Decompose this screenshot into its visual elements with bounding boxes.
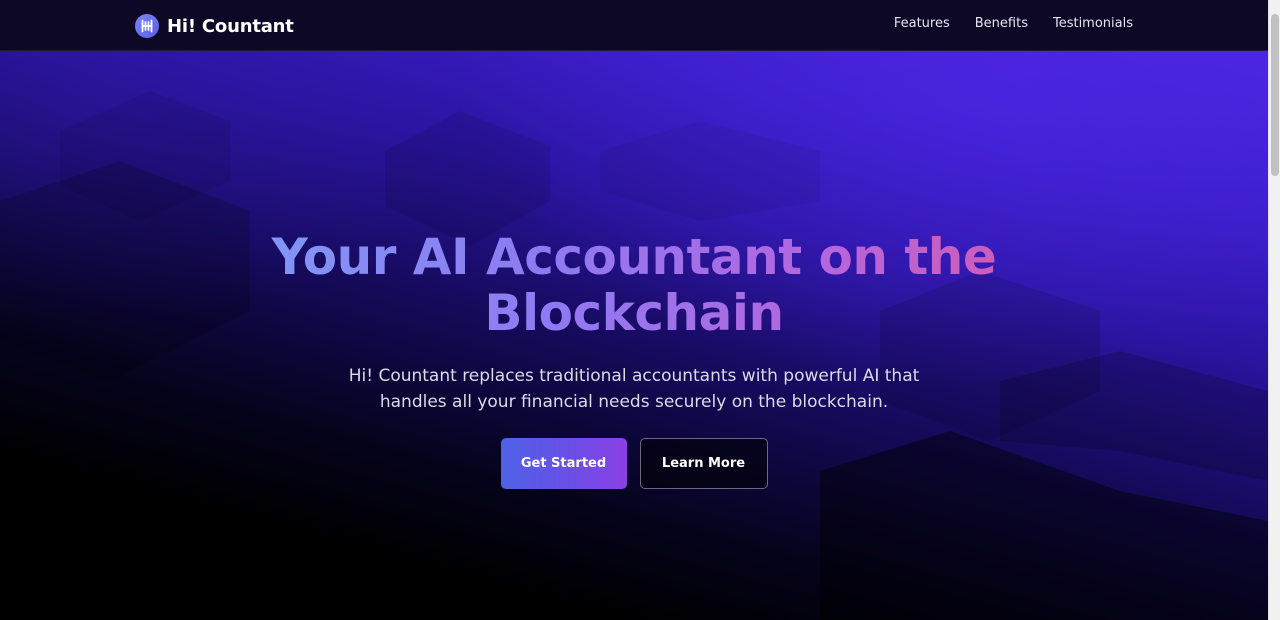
brand-link[interactable]: Hi! Countant <box>135 13 294 39</box>
hero-subtitle: Hi! Countant replaces traditional accoun… <box>348 366 920 412</box>
scrollbar-thumb[interactable] <box>1271 14 1279 176</box>
hicountant-logo-icon <box>135 14 159 38</box>
background-block <box>600 121 820 221</box>
hero-title-line-2: Blockchain <box>484 284 784 342</box>
nav-link-benefits[interactable]: Benefits <box>975 16 1028 31</box>
nav-links: Features Benefits Testimonials <box>894 16 1133 31</box>
hero-title-line-1: Your AI Accountant on the <box>271 228 997 286</box>
vertical-scrollbar[interactable] <box>1268 0 1280 620</box>
logo-glyph <box>141 19 153 33</box>
hero-section: Your AI Accountant on the Blockchain Hi!… <box>0 51 1268 620</box>
nav-link-testimonials[interactable]: Testimonials <box>1053 16 1133 31</box>
hero-title: Your AI Accountant on the Blockchain <box>200 229 1068 341</box>
navbar: Hi! Countant Features Benefits Testimoni… <box>0 0 1268 51</box>
get-started-button[interactable]: Get Started <box>500 438 627 489</box>
learn-more-button[interactable]: Learn More <box>639 438 768 489</box>
nav-link-features[interactable]: Features <box>894 16 950 31</box>
landing-page: Your AI Accountant on the Blockchain Hi!… <box>0 0 1280 620</box>
hero-buttons: Get Started Learn More <box>0 438 1268 489</box>
brand-name: Hi! Countant <box>167 15 294 37</box>
background-block <box>385 111 550 246</box>
